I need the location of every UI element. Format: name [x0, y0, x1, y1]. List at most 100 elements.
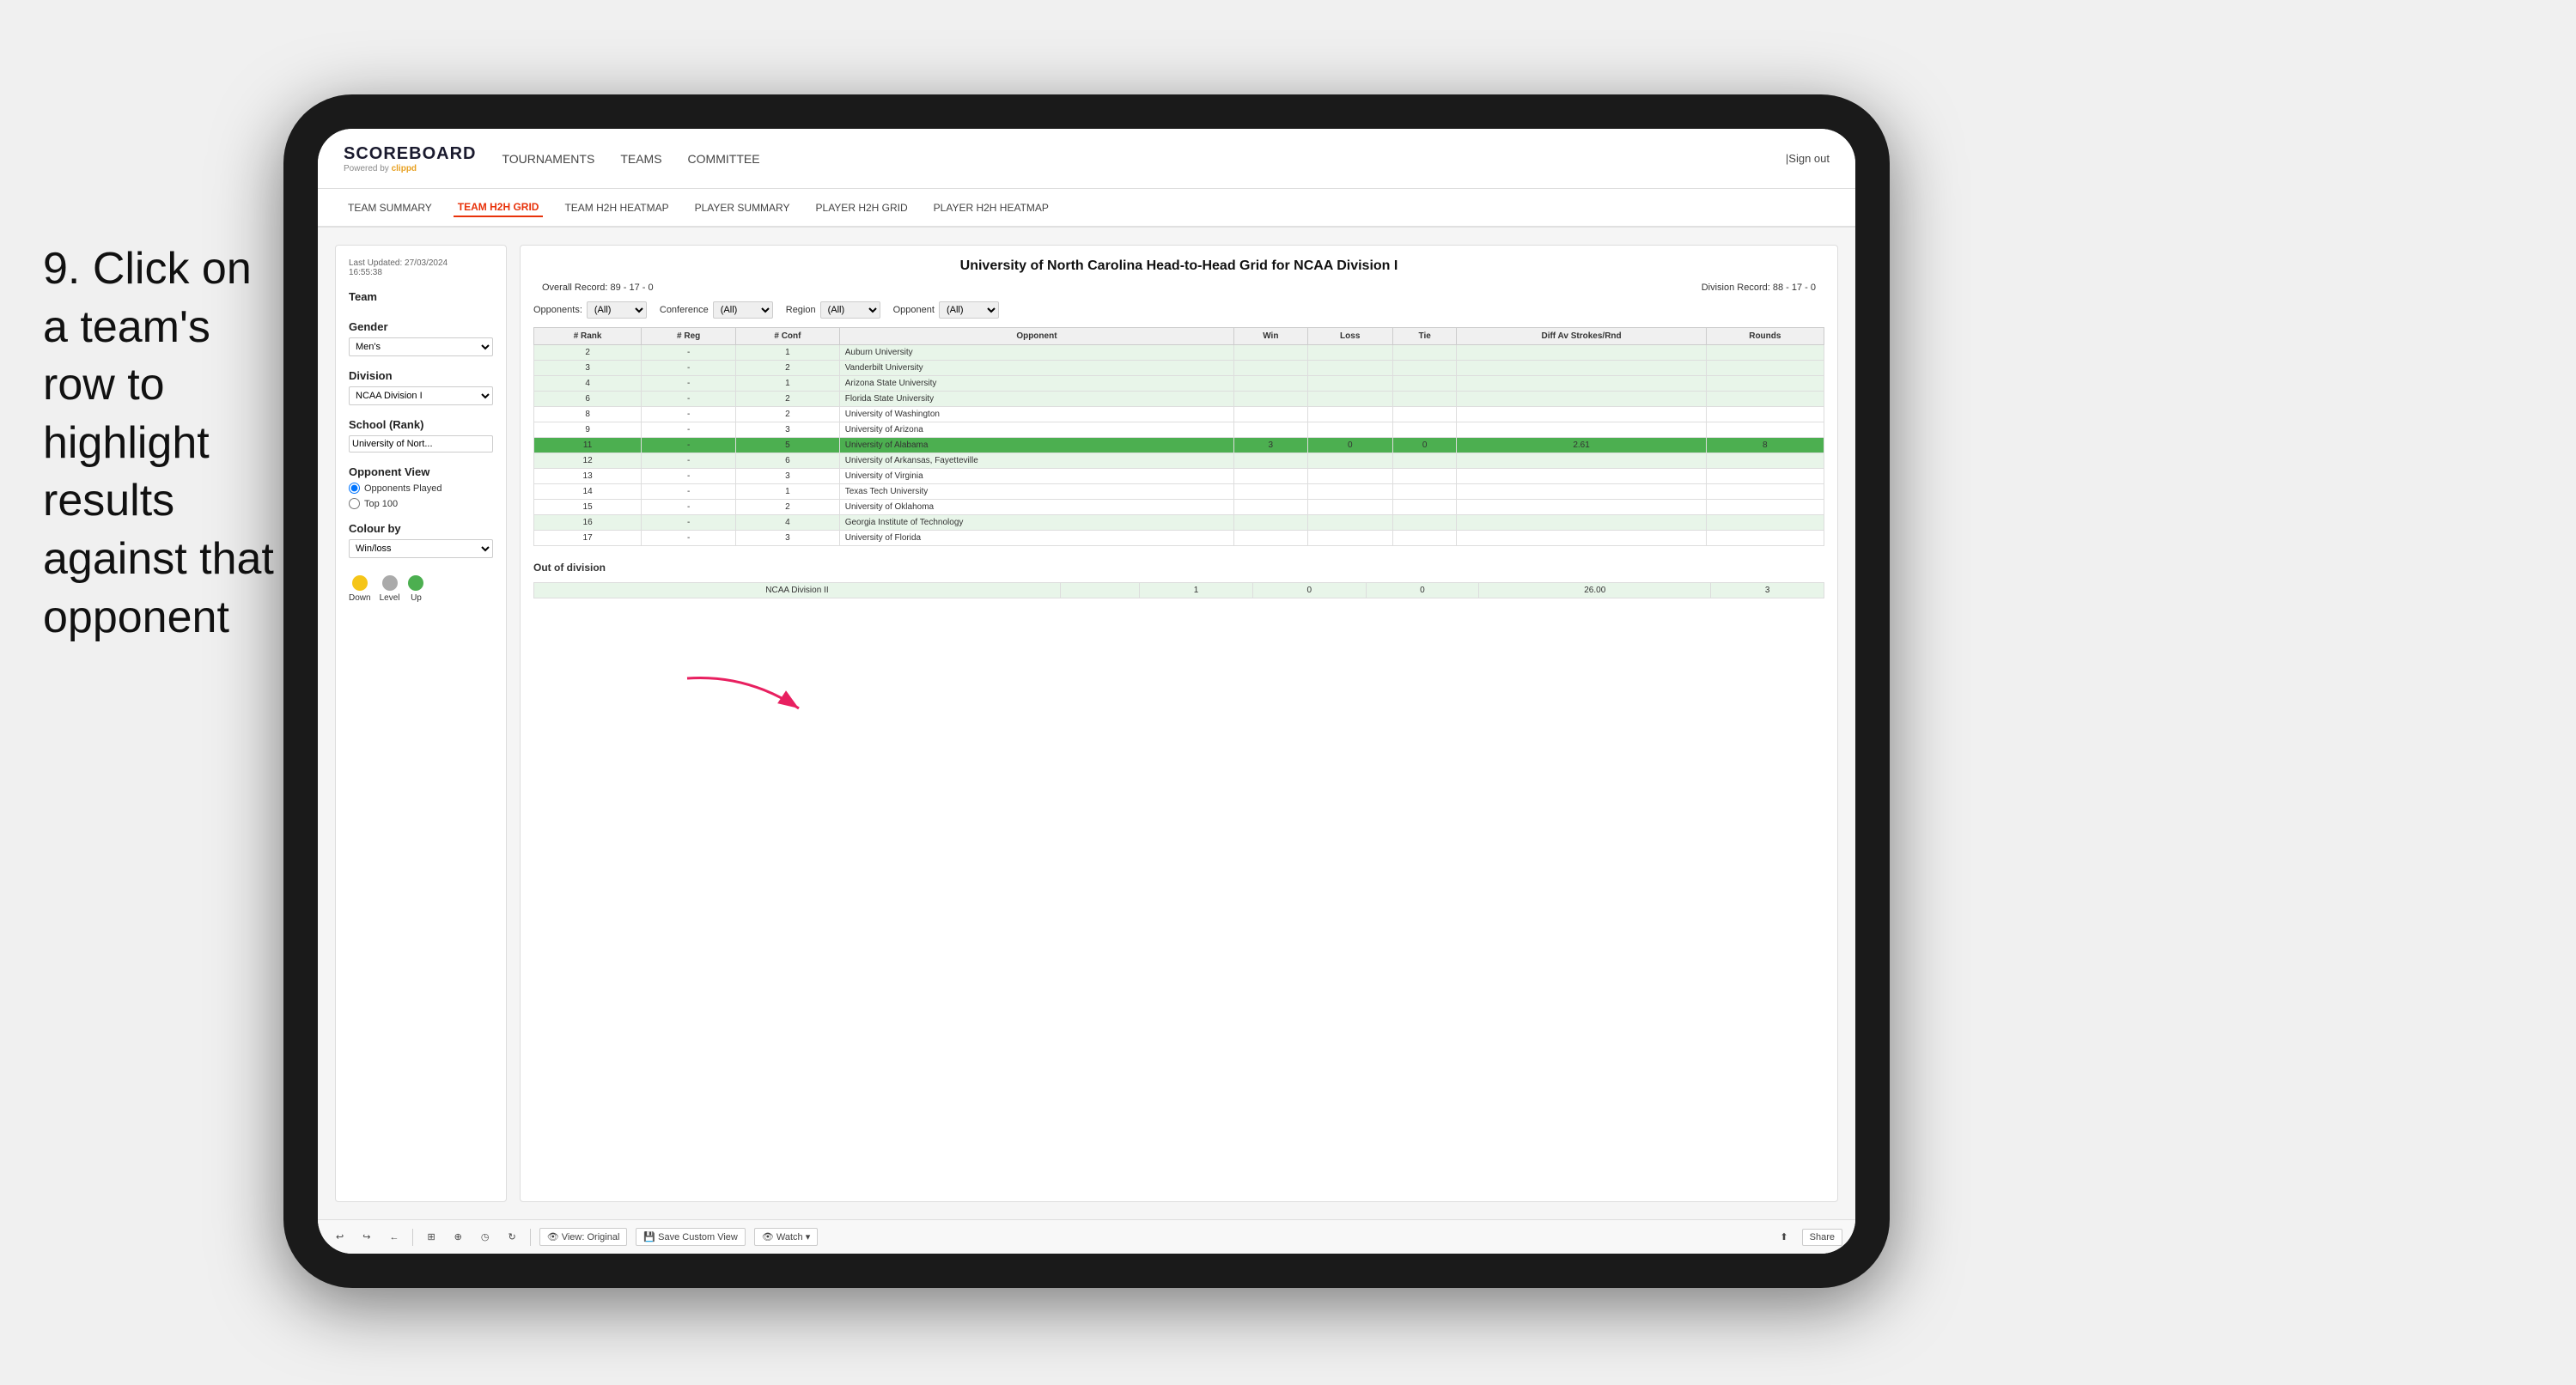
cell-reg: - — [642, 484, 736, 500]
legend-up: Up — [408, 575, 423, 603]
subnav-team-h2h-heatmap[interactable]: TEAM H2H HEATMAP — [560, 199, 673, 216]
table-row[interactable]: NCAA Division II 1 0 0 26.00 3 — [534, 583, 1824, 598]
table-row[interactable]: 11 - 5 University of Alabama 3 0 0 2.61 … — [534, 438, 1824, 453]
filter-region-label: Region — [786, 305, 816, 315]
logo-powered-by: Powered by clippd — [344, 164, 476, 173]
toolbar-add-icon[interactable]: ⊕ — [449, 1229, 467, 1245]
legend-section: Down Level Up — [349, 571, 493, 603]
cell-rank: 4 — [534, 376, 642, 392]
colour-by-select[interactable]: Win/loss — [349, 539, 493, 558]
subnav-team-h2h-grid[interactable]: TEAM H2H GRID — [454, 198, 544, 217]
table-row[interactable]: 6 - 2 Florida State University — [534, 392, 1824, 407]
filter-opponents-select[interactable]: (All) — [587, 301, 647, 319]
legend-level-label: Level — [380, 593, 400, 603]
nav-tournaments[interactable]: TOURNAMENTS — [502, 148, 594, 170]
filter-conference-select[interactable]: (All) — [713, 301, 773, 319]
logo-brand: clippd — [392, 164, 417, 173]
subnav-team-summary[interactable]: TEAM SUMMARY — [344, 199, 436, 216]
out-of-division-header: Out of division — [533, 562, 1824, 574]
out-of-division-table: NCAA Division II 1 0 0 26.00 3 — [533, 582, 1824, 598]
subnav-player-h2h-grid[interactable]: PLAYER H2H GRID — [812, 199, 912, 216]
filter-region-select[interactable]: (All) — [820, 301, 880, 319]
cell-win — [1234, 531, 1307, 546]
cell-tie — [1392, 531, 1457, 546]
table-row[interactable]: 9 - 3 University of Arizona — [534, 422, 1824, 438]
cell-opponent: Georgia Institute of Technology — [839, 515, 1233, 531]
team-section: Team — [349, 290, 493, 307]
odd-opponent — [1060, 583, 1139, 598]
nav-committee[interactable]: COMMITTEE — [688, 148, 760, 170]
division-record-value: 88 - 17 - 0 — [1773, 282, 1816, 293]
cell-rounds — [1706, 407, 1824, 422]
cell-loss — [1307, 361, 1392, 376]
cell-conf: 3 — [736, 469, 840, 484]
table-row[interactable]: 16 - 4 Georgia Institute of Technology — [534, 515, 1824, 531]
cell-diff: 2.61 — [1457, 438, 1706, 453]
main-content: Last Updated: 27/03/2024 16:55:38 Team G… — [318, 228, 1855, 1219]
division-section: Division NCAA Division I — [349, 369, 493, 405]
cell-win: 3 — [1234, 438, 1307, 453]
cell-rounds — [1706, 422, 1824, 438]
cell-conf: 1 — [736, 376, 840, 392]
cell-rounds — [1706, 531, 1824, 546]
cell-loss — [1307, 422, 1392, 438]
table-row[interactable]: 8 - 2 University of Washington — [534, 407, 1824, 422]
gender-select[interactable]: Men's — [349, 337, 493, 356]
table-row[interactable]: 12 - 6 University of Arkansas, Fayettevi… — [534, 453, 1824, 469]
legend-level-dot — [382, 575, 398, 591]
cell-rounds — [1706, 376, 1824, 392]
table-row[interactable]: 3 - 2 Vanderbilt University — [534, 361, 1824, 376]
cell-loss — [1307, 500, 1392, 515]
instruction-text: 9. Click on a team's row to highlight re… — [43, 240, 283, 647]
cell-tie — [1392, 422, 1457, 438]
cell-reg: - — [642, 531, 736, 546]
sign-out-button[interactable]: Sign out — [1788, 152, 1830, 165]
subnav-player-h2h-heatmap[interactable]: PLAYER H2H HEATMAP — [929, 199, 1053, 216]
radio-opponents-label: Opponents Played — [364, 483, 442, 494]
radio-opponents-played-input[interactable] — [349, 483, 360, 494]
toolbar-share-button[interactable]: Share — [1802, 1229, 1842, 1246]
cell-rank: 6 — [534, 392, 642, 407]
table-row[interactable]: 4 - 1 Arizona State University — [534, 376, 1824, 392]
toolbar-share-icon[interactable]: ⬆ — [1775, 1229, 1793, 1245]
legend-row: Down Level Up — [349, 575, 493, 603]
table-row[interactable]: 17 - 3 University of Florida — [534, 531, 1824, 546]
nav-teams[interactable]: TEAMS — [620, 148, 661, 170]
overall-record-value: 89 - 17 - 0 — [610, 282, 653, 293]
toolbar-refresh-icon[interactable]: ↻ — [502, 1229, 521, 1245]
table-row[interactable]: 14 - 1 Texas Tech University — [534, 484, 1824, 500]
table-row[interactable]: 15 - 2 University of Oklahoma — [534, 500, 1824, 515]
filter-opponent-select[interactable]: (All) — [939, 301, 999, 319]
toolbar-undo[interactable]: ↩ — [331, 1229, 349, 1245]
toolbar-back[interactable]: ← — [384, 1230, 404, 1245]
cell-opponent: Texas Tech University — [839, 484, 1233, 500]
table-row[interactable]: 2 - 1 Auburn University — [534, 345, 1824, 361]
filter-conference: Conference (All) — [660, 301, 773, 319]
toolbar-watch[interactable]: 👁 Watch ▾ — [754, 1228, 818, 1246]
team-label: Team — [349, 290, 493, 303]
toolbar-redo[interactable]: ↪ — [357, 1229, 375, 1245]
cell-rounds — [1706, 515, 1824, 531]
toolbar-save-custom[interactable]: 💾 Save Custom View — [636, 1228, 745, 1246]
instruction-step: 9. — [43, 244, 80, 294]
school-input[interactable] — [349, 435, 493, 453]
toolbar-grid-icon[interactable]: ⊞ — [422, 1229, 440, 1245]
radio-top100-input[interactable] — [349, 498, 360, 509]
toolbar-time-icon[interactable]: ◷ — [476, 1229, 495, 1245]
cell-win — [1234, 422, 1307, 438]
grid-area: University of North Carolina Head-to-Hea… — [520, 245, 1838, 1202]
cell-tie — [1392, 392, 1457, 407]
radio-opponents-played[interactable]: Opponents Played — [349, 483, 493, 494]
cell-loss — [1307, 392, 1392, 407]
legend-up-label: Up — [411, 593, 422, 603]
toolbar-view-original[interactable]: 👁 View: Original — [539, 1228, 628, 1246]
school-label: School (Rank) — [349, 418, 493, 431]
division-select[interactable]: NCAA Division I — [349, 386, 493, 405]
logo-area: SCOREBOARD Powered by clippd — [344, 144, 476, 173]
table-row[interactable]: 13 - 3 University of Virginia — [534, 469, 1824, 484]
subnav-player-summary[interactable]: PLAYER SUMMARY — [691, 199, 795, 216]
cell-diff — [1457, 376, 1706, 392]
cell-rank: 11 — [534, 438, 642, 453]
radio-top100[interactable]: Top 100 — [349, 498, 493, 509]
filter-opponents-label: Opponents: — [533, 305, 582, 315]
